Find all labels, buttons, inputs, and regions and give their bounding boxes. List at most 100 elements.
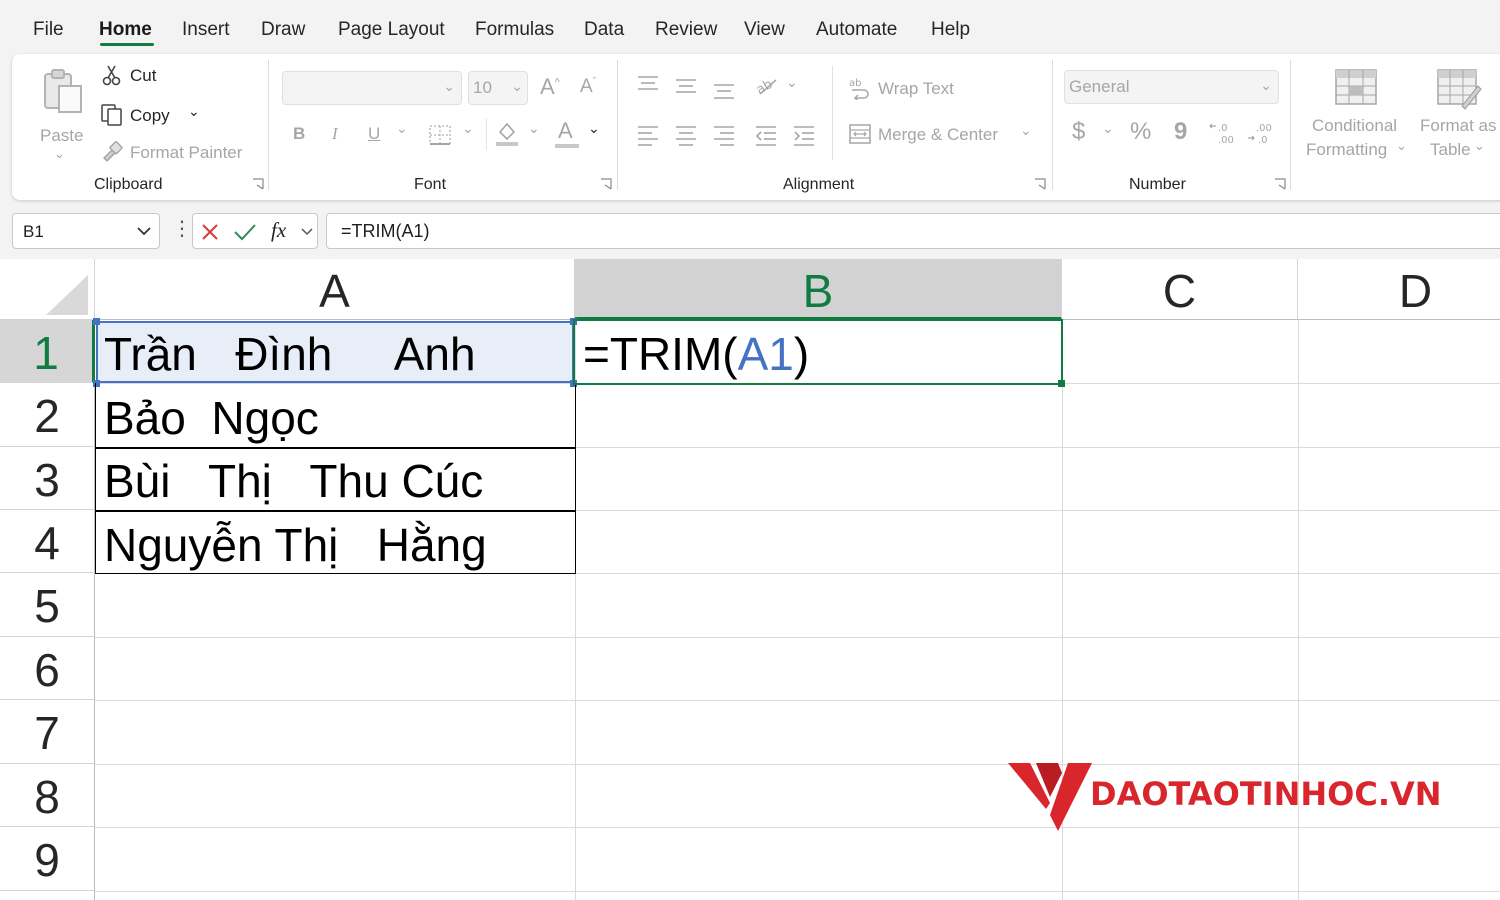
chevron-down-icon[interactable]: ⌄ [528,120,540,137]
tab-data[interactable]: Data [584,19,624,41]
chevron-down-icon[interactable]: ⌄ [188,103,200,120]
merge-center-icon [849,124,871,144]
chevron-down-icon[interactable]: ⌄ [588,120,600,137]
number-format-dropdown[interactable]: General ⌄ [1064,70,1279,104]
tab-formulas[interactable]: Formulas [475,19,554,41]
cut-button[interactable]: Cut [102,64,202,90]
align-right-icon[interactable] [712,124,736,146]
chevron-down-icon[interactable]: ⌄ [786,74,798,91]
formula-closing-text: ) [793,328,810,380]
chevron-down-icon[interactable] [301,227,313,236]
wrap-text-button[interactable]: ab Wrap Text [848,76,968,102]
row-header-2[interactable]: 2 [0,383,95,447]
tab-draw[interactable]: Draw [261,19,305,41]
number-format-value: General [1069,77,1130,96]
watermark-text: DAOTAOTINHOC.VN [1090,775,1442,813]
underline-button[interactable]: U [368,124,380,144]
row-header-9[interactable]: 9 [0,827,95,891]
align-center-icon[interactable] [674,124,698,146]
decrease-decimal-icon[interactable]: .00 .0 [1246,120,1276,146]
conditional-formatting-button[interactable]: Conditional Formatting ⌄ [1304,64,1408,164]
borders-icon[interactable] [428,124,452,146]
align-left-icon[interactable] [636,124,660,146]
merge-center-button[interactable]: Merge & Center ⌄ [848,122,1038,148]
font-size-dropdown[interactable]: 10 ⌄ [468,71,528,105]
dialog-launcher-icon[interactable] [252,178,264,190]
chevron-down-icon[interactable]: ⌄ [1102,120,1114,137]
svg-text:.00: .00 [1218,135,1234,146]
cut-label: Cut [130,66,157,85]
number-group-label: Number [1129,176,1186,193]
select-all-button[interactable] [0,259,95,320]
cell-a1[interactable]: Trần Đình Anh [104,331,476,377]
top-align-icon[interactable] [636,74,660,96]
tab-insert[interactable]: Insert [182,19,230,41]
bold-button[interactable]: B [293,124,305,144]
font-name-dropdown[interactable]: ⌄ [282,71,462,105]
cell-b1[interactable]: =TRIM(A1) [583,331,809,377]
column-header-a[interactable]: A [95,259,575,320]
row-header-8[interactable]: 8 [0,764,95,827]
tab-file[interactable]: File [33,19,64,41]
formula-input[interactable]: =TRIM(A1) [326,213,1500,249]
decrease-font-size-icon[interactable]: Aˇ [580,76,596,98]
cell-a2[interactable]: Bảo Ngọc [104,395,319,441]
svg-text:ab: ab [849,78,861,89]
fill-color-icon[interactable] [494,120,520,148]
format-as-table-icon [1437,69,1482,110]
cell-a3[interactable]: Bùi Thị Thu Cúc [104,458,483,504]
format-as-table-button[interactable]: Format as Table ⌄ [1416,64,1500,164]
dialog-launcher-icon[interactable] [600,178,612,190]
column-header-d[interactable]: D [1298,259,1500,320]
cancel-icon[interactable] [201,223,219,241]
copy-button[interactable]: Copy ⌄ [100,103,210,129]
currency-button[interactable]: $ [1072,118,1085,146]
row-header-10[interactable] [0,891,95,900]
font-color-icon[interactable]: A [558,118,573,144]
italic-button[interactable]: I [332,124,338,144]
tab-home[interactable]: Home [99,19,152,41]
more-options-icon[interactable]: ⋮ [172,216,192,241]
formula-text: =TRIM(A1) [341,221,430,241]
increase-decimal-icon[interactable]: .0 .00 [1208,120,1238,146]
orientation-icon[interactable]: ab [754,74,780,98]
increase-indent-icon[interactable] [792,124,816,146]
paste-icon [44,69,82,113]
fill-handle[interactable] [1058,380,1065,387]
column-header-c[interactable]: C [1062,259,1298,320]
tab-review[interactable]: Review [655,19,717,41]
wrap-text-label: Wrap Text [878,79,954,98]
tab-automate[interactable]: Automate [816,19,897,41]
row-header-1[interactable]: 1 [0,320,95,383]
format-painter-button[interactable]: Format Painter [100,140,260,166]
dialog-launcher-icon[interactable] [1034,178,1046,190]
column-header-b[interactable]: B [575,259,1062,320]
chevron-down-icon[interactable]: ⌄ [396,120,408,137]
group-divider [1290,60,1291,190]
chevron-down-icon[interactable]: ⌄ [462,120,474,137]
tab-view[interactable]: View [744,19,785,41]
reference-handle[interactable] [93,318,100,325]
chevron-down-icon: ⌄ [1396,138,1407,153]
chevron-down-icon[interactable]: ⌄ [1020,122,1032,139]
percent-button[interactable]: % [1130,118,1151,146]
row-header-6[interactable]: 6 [0,637,95,700]
chevron-down-icon[interactable] [137,226,151,236]
tab-page-layout[interactable]: Page Layout [338,19,445,41]
increase-font-size-icon[interactable]: A^ [540,74,560,100]
enter-check-icon[interactable] [233,223,257,241]
paste-button[interactable]: Paste ⌄ [34,62,90,162]
row-header-5[interactable]: 5 [0,573,95,637]
insert-function-icon[interactable]: fx [271,218,286,243]
bottom-align-icon[interactable] [712,80,736,102]
comma-style-button[interactable]: 9 [1174,118,1187,146]
name-box[interactable]: B1 [12,213,160,249]
row-header-3[interactable]: 3 [0,447,95,510]
middle-align-icon[interactable] [674,76,698,98]
row-header-4[interactable]: 4 [0,510,95,573]
dialog-launcher-icon[interactable] [1274,178,1286,190]
decrease-indent-icon[interactable] [754,124,778,146]
cell-a4[interactable]: Nguyễn Thị Hằng [104,522,487,568]
row-header-7[interactable]: 7 [0,700,95,764]
tab-help[interactable]: Help [931,19,970,41]
